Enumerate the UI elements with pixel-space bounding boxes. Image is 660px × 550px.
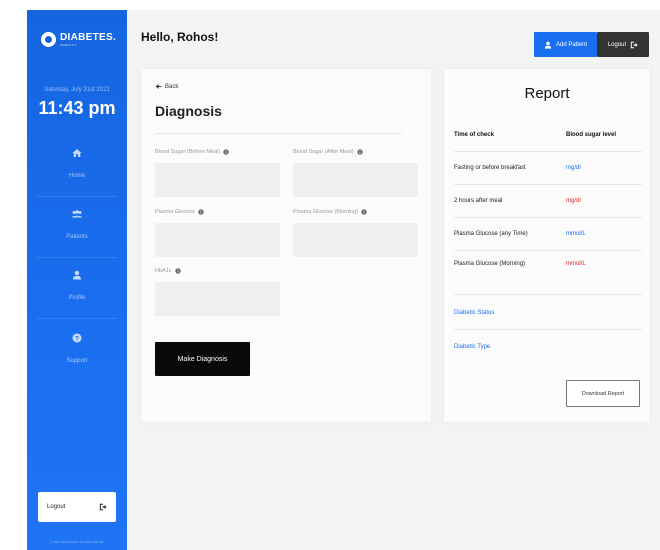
plasma-glucose-morning-input[interactable] <box>293 223 418 257</box>
nav-label-support: Support <box>66 358 88 364</box>
back-link[interactable]: Back <box>155 83 178 90</box>
nav-label-patients: Patients <box>66 234 88 240</box>
brand-logo[interactable]: DIABETES. PREDICT <box>41 32 116 47</box>
home-icon <box>72 149 82 157</box>
report-title: Report <box>524 85 570 102</box>
plasma-glucose-input[interactable] <box>155 223 280 257</box>
row-check: 2 hours after meal <box>454 198 503 204</box>
field-label-text: Blood Sugar (After Meal) <box>293 149 354 155</box>
svg-text:?: ? <box>75 335 79 342</box>
row-check: Plasma Glucose (any Time) <box>454 231 528 237</box>
copyright-text: © 2021 Diab Predict. All rights reserved <box>50 540 104 544</box>
current-time: 11:43 pm <box>38 98 116 118</box>
brand-text: DIABETES. PREDICT <box>60 31 117 47</box>
app-root: DIABETES. PREDICT Saturday, July 31st 20… <box>0 0 660 550</box>
blood-sugar-before-input[interactable] <box>155 163 280 197</box>
field-label-text: Blood Sugar (Before Meal) <box>155 149 221 155</box>
arrow-left-icon <box>155 84 162 89</box>
logo-icon <box>41 32 56 47</box>
info-icon[interactable] <box>361 209 367 215</box>
table-row: 2 hours after meal mg/dl <box>454 185 642 218</box>
row-level: mg/dl <box>566 165 581 171</box>
info-icon[interactable] <box>356 149 363 155</box>
field-label-text: Plasma Glucose <box>155 209 196 215</box>
diagnosis-card: Back Diagnosis Blood Sugar (Before Meal)… <box>141 69 431 422</box>
header-logout-label: Logout <box>607 41 627 48</box>
field-label-blood-sugar-before: Blood Sugar (Before Meal) <box>155 149 229 155</box>
brand-sub: PREDICT <box>60 42 77 47</box>
diagnosis-divider <box>155 133 402 134</box>
hba1c-input[interactable] <box>155 282 280 316</box>
nav-divider <box>37 318 117 319</box>
logout-icon <box>99 503 107 511</box>
greeting-title: Hello, Rohos! <box>141 30 219 44</box>
field-label-text: HbA1c <box>155 268 172 274</box>
header-logout-button[interactable]: Logout <box>597 32 649 57</box>
field-label-plasma-glucose: Plasma Glucose <box>155 209 204 215</box>
column-header-time: Time of check <box>454 132 494 138</box>
question-icon: ? <box>72 333 82 343</box>
info-icon[interactable] <box>223 149 229 155</box>
info-icon[interactable] <box>198 209 204 215</box>
current-date: Saturday, July 31st 2021 <box>44 87 110 93</box>
main-content: Hello, Rohos! Add Patient Logout Back Di… <box>127 10 660 550</box>
field-label-text: Plasma Glucose (Morning) <box>293 209 359 215</box>
nav-item-home[interactable]: Home <box>27 136 127 196</box>
sidebar-logout-label: Logout <box>47 504 66 510</box>
brand-name: DIABETES. <box>60 31 117 43</box>
info-icon[interactable] <box>174 268 181 274</box>
row-level: mmol/L <box>566 261 586 267</box>
nav-item-patients[interactable]: Patients <box>27 197 127 257</box>
nav-label-home: Home <box>68 173 85 179</box>
table-row: Plasma Glucose (Morning) mmol/L <box>454 251 642 295</box>
logout-icon <box>630 41 638 48</box>
field-label-plasma-glucose-morning: Plasma Glucose (Morning) <box>293 209 367 215</box>
report-card: Report Time of check Blood sugar level F… <box>444 69 650 422</box>
row-level: mg/dl <box>566 198 581 204</box>
sidebar: DIABETES. PREDICT Saturday, July 31st 20… <box>27 10 127 550</box>
user-icon <box>544 41 552 49</box>
sidebar-logout-button[interactable]: Logout <box>38 492 116 522</box>
report-header-row: Time of check Blood sugar level <box>454 119 642 152</box>
diabetic-type-link[interactable]: Diabetic Type <box>454 330 642 363</box>
row-level: mmol/L <box>566 231 586 237</box>
table-row: Fasting or before breakfast mg/dl <box>454 152 642 185</box>
row-check: Plasma Glucose (Morning) <box>454 261 526 267</box>
users-icon <box>71 210 83 218</box>
diagnosis-title: Diagnosis <box>155 103 222 119</box>
field-label-hba1c: HbA1c <box>155 268 181 274</box>
table-row: Plasma Glucose (any Time) mmol/L <box>454 218 642 251</box>
blood-sugar-after-input[interactable] <box>293 163 418 197</box>
nav-item-profile[interactable]: Profile <box>27 258 127 318</box>
column-header-level: Blood sugar level <box>566 132 617 138</box>
add-patient-button[interactable]: Add Patient <box>534 32 597 57</box>
download-report-button[interactable]: Download Report <box>566 380 640 407</box>
make-diagnosis-button[interactable]: Make Diagnosis <box>155 342 250 376</box>
row-check: Fasting or before breakfast <box>454 165 526 171</box>
user-icon <box>73 270 81 280</box>
nav-label-profile: Profile <box>68 295 86 301</box>
nav-item-support[interactable]: ? Support <box>27 321 127 381</box>
diabetic-status-link[interactable]: Diabetic Status <box>454 297 642 330</box>
field-label-blood-sugar-after: Blood Sugar (After Meal) <box>293 149 363 155</box>
add-patient-label: Add Patient <box>555 41 588 48</box>
back-label: Back <box>165 83 179 90</box>
